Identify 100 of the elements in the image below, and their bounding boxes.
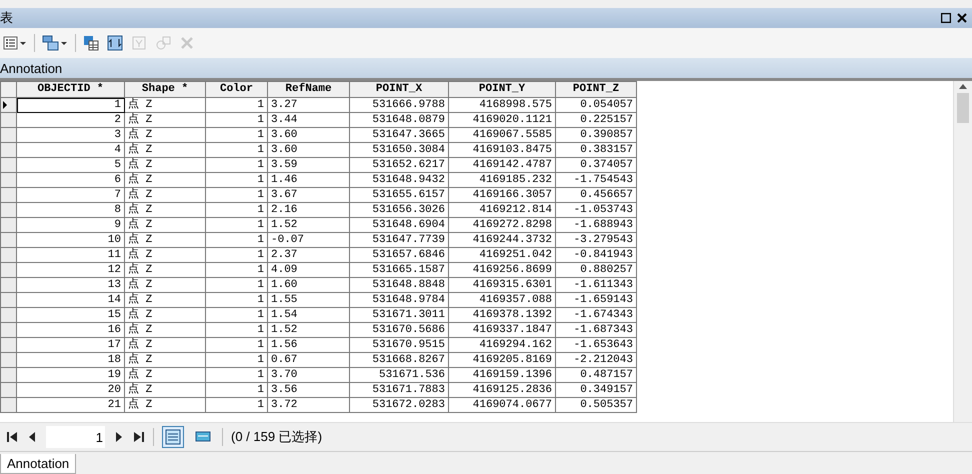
column-header[interactable]: RefName xyxy=(268,81,350,98)
table-cell: 1 xyxy=(206,383,268,398)
column-header[interactable]: POINT_Y xyxy=(449,81,556,98)
table-tab[interactable]: Annotation xyxy=(0,454,76,474)
table-cell: 7 xyxy=(17,188,125,203)
table-cell: 531648.8848 xyxy=(350,278,449,293)
related-button[interactable] xyxy=(41,34,69,52)
table-cell: 1 xyxy=(206,338,268,353)
table-cell: 4.09 xyxy=(268,263,350,278)
table-cell: 4169251.042 xyxy=(449,248,556,263)
table-cell: 1 xyxy=(206,308,268,323)
table-cell: 0.880257 xyxy=(556,263,637,278)
scroll-thumb[interactable] xyxy=(957,93,969,123)
table-cell: 1 xyxy=(206,173,268,188)
table-cell: 0.456657 xyxy=(556,188,637,203)
table-cell: 531671.536 xyxy=(350,368,449,383)
table-cell: 点 Z xyxy=(125,188,206,203)
table-cell: 4169294.162 xyxy=(449,338,556,353)
table-cell: 531647.3665 xyxy=(350,128,449,143)
table-cell: 21 xyxy=(17,398,125,413)
table-cell: 531671.3011 xyxy=(350,308,449,323)
table-cell: -1.674343 xyxy=(556,308,637,323)
table-cell: 12 xyxy=(17,263,125,278)
table-cell: 1.55 xyxy=(268,293,350,308)
scrollbar[interactable] xyxy=(953,81,972,422)
table-cell: 4169357.088 xyxy=(449,293,556,308)
table-cell: 4169185.232 xyxy=(449,173,556,188)
table-cell: 531670.9515 xyxy=(350,338,449,353)
table-cell: 531668.8267 xyxy=(350,353,449,368)
table-cell: 4169159.1396 xyxy=(449,368,556,383)
table-cell: 3.70 xyxy=(268,368,350,383)
table-cell: 531670.5686 xyxy=(350,323,449,338)
column-header[interactable]: OBJECTID * xyxy=(17,81,125,98)
column-header[interactable]: Shape * xyxy=(125,81,206,98)
table-cell: 点 Z xyxy=(125,98,206,113)
table-cell: 2.37 xyxy=(268,248,350,263)
table-cell: 4169125.2836 xyxy=(449,383,556,398)
column-header[interactable]: POINT_X xyxy=(350,81,449,98)
table-cell: 点 Z xyxy=(125,173,206,188)
first-record-button[interactable] xyxy=(6,431,18,443)
column-header[interactable]: Color xyxy=(206,81,268,98)
table-cell: 3.72 xyxy=(268,398,350,413)
table-cell: 1 xyxy=(206,143,268,158)
table-cell: 4169212.814 xyxy=(449,203,556,218)
table-cell: 13 xyxy=(17,278,125,293)
table-cell: 点 Z xyxy=(125,218,206,233)
column-header[interactable]: POINT_Z xyxy=(556,81,637,98)
table-cell: 4169337.1847 xyxy=(449,323,556,338)
table-cell: 1 xyxy=(206,248,268,263)
table-cell: -1.653643 xyxy=(556,338,637,353)
table-name: Annotation xyxy=(0,60,62,76)
table-cell: 4169256.8699 xyxy=(449,263,556,278)
table-cell: 1 xyxy=(206,278,268,293)
table-cell: 531648.6904 xyxy=(350,218,449,233)
table-cell: 点 Z xyxy=(125,143,206,158)
table-cell: 点 Z xyxy=(125,263,206,278)
table-cell: -1.659143 xyxy=(556,293,637,308)
table-cell: -0.841943 xyxy=(556,248,637,263)
table-rows-icon xyxy=(165,429,181,445)
row-selector[interactable] xyxy=(0,98,17,113)
table-cell: 18 xyxy=(17,353,125,368)
table-cell: 1.60 xyxy=(268,278,350,293)
close-button[interactable] xyxy=(956,12,968,24)
table-cell: -1.053743 xyxy=(556,203,637,218)
table-cell: 点 Z xyxy=(125,353,206,368)
view-toggle-button[interactable] xyxy=(162,426,184,448)
table-cell: 点 Z xyxy=(125,383,206,398)
table-cell: 17 xyxy=(17,338,125,353)
table-cell: 16 xyxy=(17,323,125,338)
table-cell: 4169378.1392 xyxy=(449,308,556,323)
table-cell: 0.225157 xyxy=(556,113,637,128)
table-cell: 1 xyxy=(206,113,268,128)
table-cell: 4169166.3057 xyxy=(449,188,556,203)
table-cell: 1 xyxy=(206,218,268,233)
table-cell: 10 xyxy=(17,233,125,248)
delete-icon xyxy=(179,35,195,51)
table-cell: 3.44 xyxy=(268,113,350,128)
table-cell: 531650.3084 xyxy=(350,143,449,158)
table-cell: 5 xyxy=(17,158,125,173)
table-cell: 1.52 xyxy=(268,323,350,338)
table-cell: 4169272.8298 xyxy=(449,218,556,233)
table-cell: 3.59 xyxy=(268,158,350,173)
maximize-button[interactable] xyxy=(940,12,952,24)
last-record-button[interactable] xyxy=(133,431,145,443)
table-cell: 3.27 xyxy=(268,98,350,113)
record-field[interactable]: 1 xyxy=(46,426,105,448)
selection-status: (0 / 159 已选择) xyxy=(231,428,322,446)
table-cell: 4 xyxy=(17,143,125,158)
table-cell: 531648.9432 xyxy=(350,173,449,188)
table-cell: 20 xyxy=(17,383,125,398)
table-cell: 19 xyxy=(17,368,125,383)
table-cell: 点 Z xyxy=(125,278,206,293)
corner-header xyxy=(0,81,17,98)
table-cell: 531666.9788 xyxy=(350,98,449,113)
table-cell: -2.212043 xyxy=(556,353,637,368)
table-cell: 6 xyxy=(17,173,125,188)
options-button[interactable] xyxy=(2,34,28,52)
table-cell: 1.54 xyxy=(268,308,350,323)
current-row-icon xyxy=(1,101,9,109)
table-cell: 0.487157 xyxy=(556,368,637,383)
